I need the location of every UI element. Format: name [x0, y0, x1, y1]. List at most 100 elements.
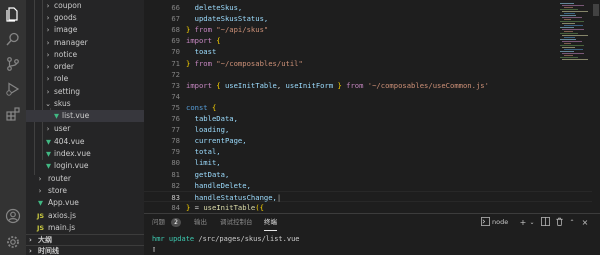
extensions-icon[interactable]: [4, 105, 22, 123]
settings-gear-icon[interactable]: [4, 233, 22, 251]
minimap-line: [564, 7, 573, 8]
tree-file-list-vue[interactable]: ▼ list.vue: [26, 110, 144, 122]
tab-problems[interactable]: 问题: [152, 214, 165, 230]
tree-file-login-vue[interactable]: ▼ login.vue: [26, 160, 144, 172]
line-number: 84: [171, 202, 180, 212]
code-text: const {: [186, 102, 217, 112]
trash-icon[interactable]: [554, 217, 564, 228]
run-debug-icon[interactable]: [4, 80, 22, 98]
code-line[interactable]: 83 handleStatusChange,|: [144, 190, 600, 202]
account-icon[interactable]: [4, 207, 22, 225]
chevron-right-icon: ›: [46, 125, 50, 133]
code-text: deleteSkus,: [186, 3, 243, 12]
tree-file-app-vue[interactable]: ▼ App.vue: [26, 197, 144, 209]
code-text: updateSkusStatus,: [186, 14, 269, 24]
tree-file-404-vue[interactable]: ▼ 404.vue: [26, 136, 144, 148]
code-line[interactable]: 74: [144, 91, 600, 102]
minimap-line: [560, 33, 578, 34]
code-line[interactable]: 69 import {: [144, 35, 600, 46]
close-icon[interactable]: ×: [580, 217, 590, 228]
tree-folder-image[interactable]: › image: [26, 24, 144, 36]
code-line[interactable]: 70 toast: [144, 46, 600, 57]
minimap-line: [560, 39, 576, 40]
line-number: 72: [171, 69, 180, 79]
code-editor[interactable]: 66 deleteSkus, 67 updateSkusStatus, 68} fr…: [144, 0, 600, 213]
tab-label: 调试控制台: [220, 218, 253, 226]
code-line[interactable]: 73 import { useInitTable, useInitForm } f…: [144, 80, 600, 91]
chevron-down-icon[interactable]: ⌄: [528, 217, 536, 228]
editor-scrollbar[interactable]: [592, 0, 600, 213]
code-line[interactable]: 72: [144, 69, 600, 80]
tree-file-index-vue[interactable]: ▼ index.vue: [26, 148, 144, 160]
tree-item-label: main.js: [48, 223, 76, 232]
minimap-line: [560, 27, 574, 28]
code-line[interactable]: 80 limit,: [144, 157, 600, 168]
tree-folder-manager[interactable]: › manager: [26, 37, 144, 49]
tree-folder-order[interactable]: › order: [26, 61, 144, 73]
chevron-right-icon: ›: [46, 88, 50, 96]
timeline-label: 时间线: [38, 247, 59, 255]
code-line[interactable]: 81 getData,: [144, 169, 600, 180]
code-text: limit,: [186, 158, 221, 168]
tree-file-axios-js[interactable]: JS axios.js: [26, 210, 144, 222]
tree-item-label: setting: [54, 87, 81, 96]
line-number: 79: [171, 147, 180, 157]
new-terminal-icon[interactable]: +: [518, 217, 528, 228]
code-line[interactable]: 71} from "~/composables/util": [144, 58, 600, 69]
code-line[interactable]: 66 deleteSkus,: [144, 2, 600, 13]
tree-folder-coupon[interactable]: › coupon: [26, 0, 144, 12]
minimap-line: [562, 11, 588, 12]
minimap-line: [564, 55, 573, 56]
tree-folder-role[interactable]: › role: [26, 73, 144, 85]
source-control-icon[interactable]: [4, 55, 22, 73]
files-icon[interactable]: [4, 5, 22, 23]
minimap-line: [562, 53, 584, 54]
editor-scrollbar-thumb[interactable]: [593, 4, 599, 16]
tree-folder-setting[interactable]: › setting: [26, 86, 144, 98]
minimap[interactable]: [558, 0, 592, 213]
minimap-line: [562, 35, 588, 36]
minimap-line: [564, 19, 571, 20]
tree-folder-store[interactable]: › store: [26, 185, 144, 197]
code-line[interactable]: 75 const {: [144, 102, 600, 113]
tree-item-label: 404.vue: [54, 137, 85, 146]
chevron-right-icon: ›: [46, 39, 50, 47]
tree-folder-router[interactable]: › router: [26, 173, 144, 185]
timeline-section-header[interactable]: › 时间线: [26, 245, 144, 255]
tree-folder-notice[interactable]: › notice: [26, 49, 144, 61]
code-line[interactable]: 79 total,: [144, 146, 600, 157]
tree-item-label: router: [48, 174, 71, 183]
code-line[interactable]: 76 tableData,: [144, 113, 600, 124]
code-line[interactable]: 68} from "~/api/skus": [144, 24, 600, 35]
tab-terminal[interactable]: 终端: [264, 214, 277, 231]
code-line[interactable]: 82 handleDelete,: [144, 180, 600, 191]
terminal-name[interactable]: node: [492, 217, 512, 228]
problems-count-badge: 2: [171, 218, 181, 227]
tree-folder-skus[interactable]: ⌄ skus: [26, 98, 144, 110]
tab-label: 输出: [194, 218, 207, 226]
chevron-right-icon: ›: [46, 2, 50, 10]
tree-file-main-js[interactable]: JS main.js: [26, 222, 144, 234]
minimap-line: [560, 57, 578, 58]
tree-item-label: axios.js: [48, 211, 76, 220]
outline-section-header[interactable]: › 大纲: [26, 234, 144, 245]
code-line[interactable]: 67 updateSkusStatus,: [144, 13, 600, 24]
code-line[interactable]: 78 currentPage,: [144, 135, 600, 146]
code-line[interactable]: 84 } = useInitTable({: [144, 202, 600, 213]
tree-item-label: App.vue: [48, 198, 79, 207]
code-line[interactable]: 77 loading,: [144, 124, 600, 135]
split-terminal-icon[interactable]: [540, 217, 550, 228]
search-icon[interactable]: [4, 30, 22, 48]
tab-output[interactable]: 输出: [194, 214, 207, 230]
tab-debug-console[interactable]: 调试控制台: [220, 214, 253, 230]
tree-item-label: image: [54, 25, 78, 34]
tree-folder-user[interactable]: › user: [26, 123, 144, 135]
code-text: } = useInitTable({: [186, 202, 264, 212]
tree-folder-goods[interactable]: › goods: [26, 12, 144, 24]
line-number: 81: [171, 169, 180, 179]
minimap-line: [560, 15, 576, 16]
tree-item-label: notice: [54, 50, 78, 59]
chevron-up-icon[interactable]: ⌃: [568, 217, 576, 228]
chevron-right-icon: ›: [46, 14, 50, 22]
chevron-right-icon: ›: [29, 247, 32, 255]
